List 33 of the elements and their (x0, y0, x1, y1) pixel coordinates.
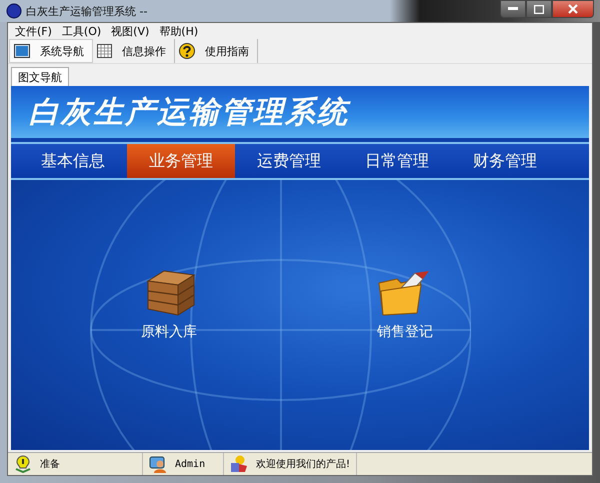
close-button[interactable] (552, 0, 594, 18)
nav-tab[interactable]: 财务管理 (451, 144, 559, 178)
document-tab[interactable]: 图文导航 (11, 67, 69, 86)
grid-icon (97, 44, 112, 58)
app-icon (6, 3, 22, 19)
shortcut-button[interactable]: 销售登记 (377, 265, 433, 341)
maximize-icon (534, 4, 544, 14)
nav-tab[interactable]: 业务管理 (127, 144, 235, 178)
user-icon (149, 455, 167, 473)
window-icon (14, 44, 30, 58)
menu-item[interactable]: 文件(F) (10, 24, 57, 38)
menu-item[interactable]: 帮助(H) (154, 24, 204, 38)
maximize-button[interactable] (526, 0, 552, 18)
toolbar-button[interactable]: 系统导航 (9, 39, 93, 63)
minimize-icon (508, 7, 518, 11)
status-text: Admin (175, 458, 206, 470)
help-icon (179, 43, 195, 59)
toolbar-button[interactable]: 信息操作 (93, 39, 175, 63)
shortcut-button[interactable]: 原料入库 (141, 265, 197, 341)
menu-item[interactable]: 视图(V) (106, 24, 154, 38)
shapes-icon (230, 455, 248, 473)
nav-tab[interactable]: 基本信息 (19, 144, 127, 178)
nav-tab[interactable]: 运费管理 (235, 144, 343, 178)
menu-item[interactable]: 工具(O) (56, 24, 106, 38)
toolbar-button[interactable]: 使用指南 (175, 39, 258, 63)
close-icon (568, 4, 578, 14)
status-text: 欢迎使用我们的产品! (256, 458, 350, 471)
window-title: 白灰生产运输管理系统 -- (26, 4, 148, 18)
banner-title: 白灰生产运输管理系统 (29, 94, 349, 132)
minimize-button[interactable] (500, 0, 526, 18)
status-text: 准备 (40, 458, 60, 471)
bulb-icon (14, 455, 32, 473)
nav-tab[interactable]: 日常管理 (343, 144, 451, 178)
